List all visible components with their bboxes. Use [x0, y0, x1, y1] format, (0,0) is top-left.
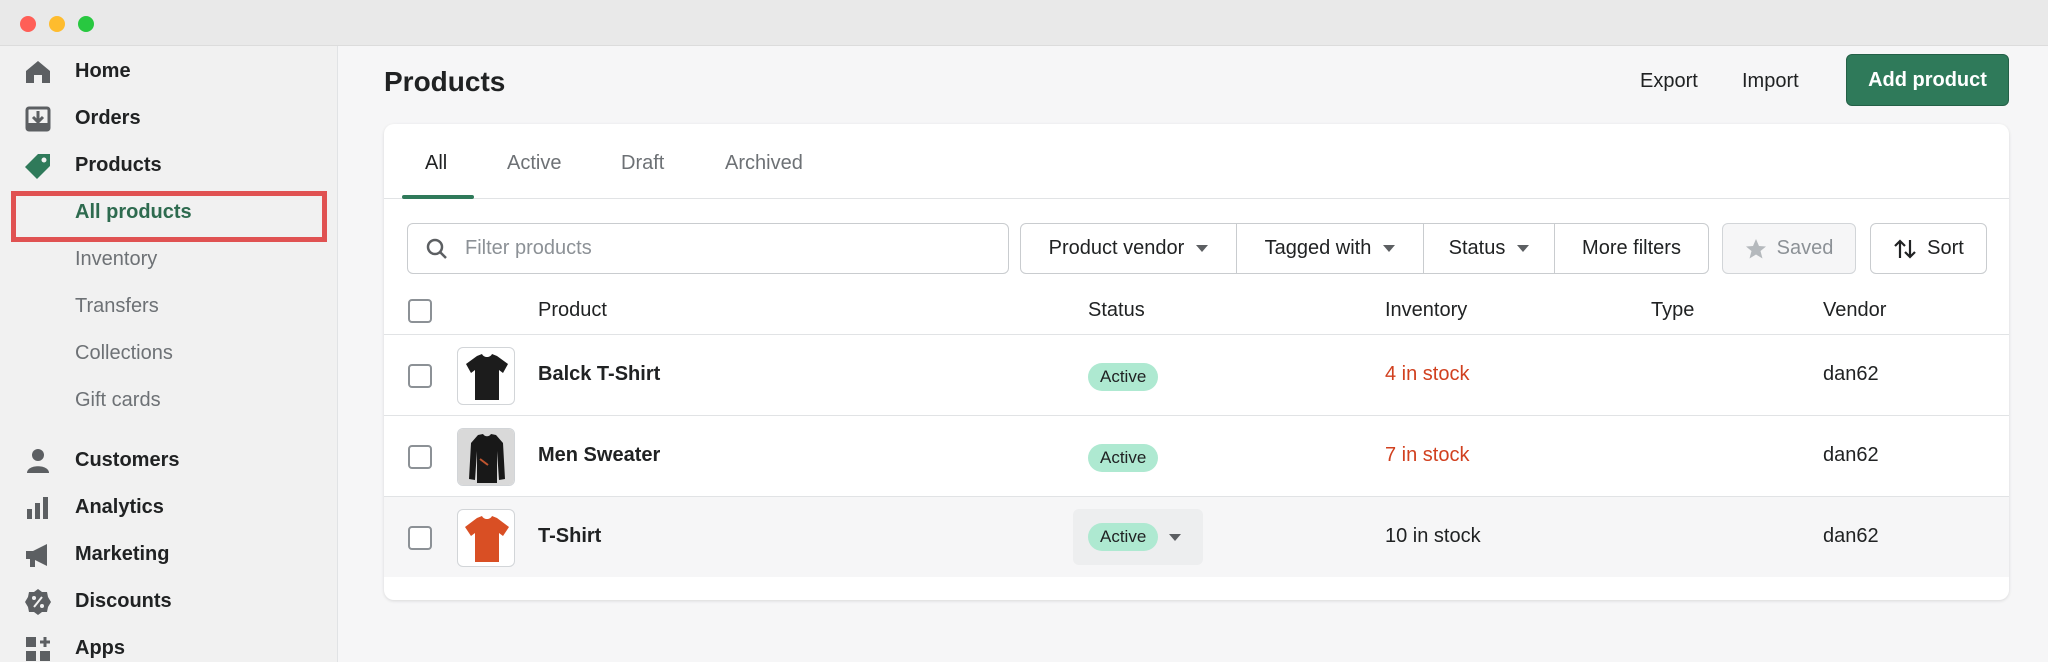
product-name[interactable]: Balck T-Shirt	[538, 363, 660, 386]
filter-label: Status	[1448, 237, 1506, 259]
person-icon	[27, 449, 49, 473]
minimize-window-button[interactable]	[49, 16, 65, 32]
search-icon	[426, 238, 447, 259]
star-icon	[1745, 238, 1766, 258]
tab-bar: All Active Draft Archived	[384, 124, 2009, 199]
sidebar-subitem-inventory[interactable]: Inventory	[75, 248, 157, 271]
column-header-vendor[interactable]: Vendor	[1823, 299, 1886, 322]
filter-label: Tagged with	[1264, 237, 1372, 259]
caret-down-icon	[1517, 245, 1530, 252]
product-name[interactable]: T-Shirt	[538, 525, 601, 548]
table-row[interactable]: T-Shirt Active 10 in stock dan62	[384, 496, 2009, 577]
product-thumbnail	[457, 509, 515, 567]
sidebar-item-customers[interactable]: Customers	[0, 437, 338, 483]
tag-icon	[25, 154, 50, 179]
tab-all[interactable]: All	[425, 152, 447, 175]
sweater-image	[458, 429, 514, 485]
column-header-product[interactable]: Product	[538, 299, 607, 322]
status-select[interactable]: Active	[1073, 509, 1203, 565]
row-checkbox[interactable]	[408, 445, 432, 469]
table-row[interactable]: Balck T-Shirt Active 4 in stock dan62	[384, 334, 2009, 415]
apps-icon	[26, 637, 50, 661]
saved-button[interactable]: Saved	[1722, 223, 1856, 274]
maximize-window-button[interactable]	[78, 16, 94, 32]
sidebar-item-label: Analytics	[75, 496, 164, 518]
table-row[interactable]: Men Sweater Active 7 in stock dan62	[384, 415, 2009, 496]
import-button[interactable]: Import	[1742, 70, 1799, 93]
tshirt-image	[466, 354, 508, 400]
sidebar-item-label: Home	[75, 60, 131, 82]
home-icon	[26, 61, 50, 83]
sidebar-item-label: Apps	[75, 637, 125, 659]
caret-down-icon	[1169, 534, 1181, 541]
more-filters-button[interactable]: More filters	[1554, 223, 1709, 274]
sidebar-item-analytics[interactable]: Analytics	[0, 484, 338, 530]
window-titlebar	[0, 0, 2048, 46]
sort-arrows-icon	[1894, 238, 1916, 259]
status-filter[interactable]: Status	[1423, 223, 1555, 274]
sidebar-item-label: Customers	[75, 449, 180, 471]
status-badge: Active	[1088, 444, 1159, 472]
sidebar-item-products[interactable]: Products	[0, 142, 338, 188]
sidebar-subitem-transfers[interactable]: Transfers	[75, 295, 159, 318]
tshirt-image	[465, 516, 509, 562]
close-window-button[interactable]	[20, 16, 36, 32]
tab-draft[interactable]: Draft	[621, 152, 664, 175]
products-card: All Active Draft Archived Filter product…	[384, 124, 2009, 600]
filter-products-input[interactable]: Filter products	[407, 223, 1009, 274]
inventory-count: 10 in stock	[1385, 525, 1481, 547]
product-vendor-filter[interactable]: Product vendor	[1020, 223, 1237, 274]
sidebar-subitem-collections[interactable]: Collections	[75, 342, 173, 365]
sidebar: Home Orders Products All products Invent…	[0, 46, 338, 662]
sidebar-item-marketing[interactable]: Marketing	[0, 531, 338, 577]
row-checkbox[interactable]	[408, 526, 432, 550]
filter-label: More filters	[1582, 237, 1681, 259]
add-product-button[interactable]: Add product	[1846, 54, 2009, 106]
main-content: Products Export Import Add product All A…	[339, 46, 2048, 662]
column-header-type[interactable]: Type	[1651, 299, 1694, 322]
filter-label: Product vendor	[1048, 237, 1185, 259]
page-title: Products	[384, 66, 506, 97]
tab-archived[interactable]: Archived	[725, 152, 803, 175]
tagged-with-filter[interactable]: Tagged with	[1236, 223, 1424, 274]
sidebar-item-discounts[interactable]: Discounts	[0, 578, 338, 624]
search-placeholder: Filter products	[465, 237, 592, 259]
status-badge: Active	[1088, 523, 1159, 551]
sidebar-item-label: Discounts	[75, 590, 172, 612]
product-name[interactable]: Men Sweater	[538, 444, 660, 467]
vendor-name: dan62	[1823, 363, 1879, 385]
tab-active[interactable]: Active	[507, 152, 561, 175]
sidebar-item-label: Orders	[75, 107, 141, 129]
megaphone-icon	[26, 544, 47, 567]
column-header-inventory[interactable]: Inventory	[1385, 299, 1467, 322]
sidebar-item-apps[interactable]: Apps	[0, 625, 338, 662]
sidebar-item-label: Products	[75, 154, 162, 176]
vendor-name: dan62	[1823, 525, 1879, 547]
product-thumbnail	[457, 428, 515, 486]
select-all-checkbox[interactable]	[408, 299, 432, 323]
caret-down-icon	[1196, 245, 1209, 252]
bar-chart-icon	[27, 497, 48, 519]
caret-down-icon	[1383, 245, 1396, 252]
discount-icon	[25, 589, 51, 615]
column-header-status[interactable]: Status	[1088, 299, 1145, 322]
sidebar-item-orders[interactable]: Orders	[0, 95, 338, 141]
highlight-box	[11, 191, 327, 242]
active-tab-indicator	[402, 195, 474, 199]
export-button[interactable]: Export	[1640, 70, 1698, 93]
row-checkbox[interactable]	[408, 364, 432, 388]
sort-label: Sort	[1927, 237, 1964, 259]
sort-button[interactable]: Sort	[1870, 223, 1987, 274]
sidebar-item-home[interactable]: Home	[0, 48, 338, 94]
saved-label: Saved	[1776, 237, 1834, 259]
vendor-name: dan62	[1823, 444, 1879, 466]
status-badge: Active	[1088, 363, 1159, 391]
inventory-count: 4 in stock	[1385, 363, 1470, 385]
inventory-count: 7 in stock	[1385, 444, 1470, 466]
sidebar-subitem-gift-cards[interactable]: Gift cards	[75, 389, 161, 412]
product-thumbnail	[457, 347, 515, 405]
orders-icon	[25, 106, 51, 132]
sidebar-item-label: Marketing	[75, 543, 170, 565]
